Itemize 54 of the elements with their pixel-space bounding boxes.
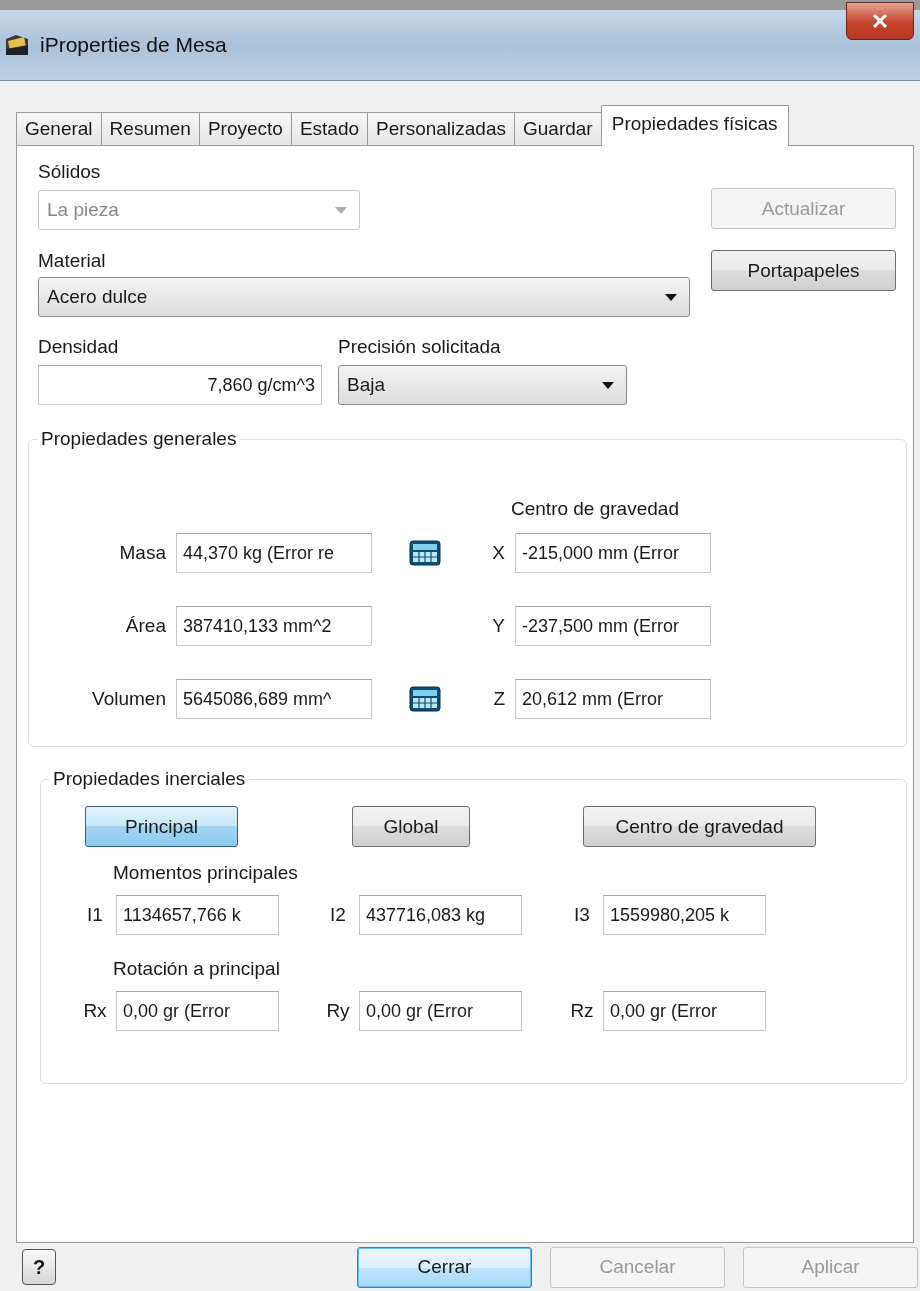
text-field[interactable]: 0,00 gr (Error xyxy=(603,991,766,1031)
toggle-button[interactable]: Principal xyxy=(85,806,238,847)
tab[interactable]: Proyecto xyxy=(198,112,292,145)
window-icon xyxy=(4,33,30,57)
field-label: Ry xyxy=(325,1000,351,1022)
tab[interactable]: Resumen xyxy=(100,112,200,145)
field-label: Y xyxy=(491,615,505,637)
window-title: iProperties de Mesa xyxy=(40,33,227,57)
field-label: Centro de gravedad xyxy=(511,498,680,520)
field-label: Volumen xyxy=(91,688,166,710)
button[interactable]: Cerrar xyxy=(357,1246,532,1288)
text-field[interactable]: 387410,133 mm^2 xyxy=(176,606,372,646)
text-field[interactable]: 0,00 gr (Error xyxy=(116,991,279,1031)
text-field[interactable]: 1134657,766 k xyxy=(116,895,279,935)
field-label: X xyxy=(491,542,505,564)
field-label: Precisión solicitada xyxy=(338,335,502,359)
button[interactable]: Portapapeles xyxy=(711,250,896,291)
field-label: I1 xyxy=(86,904,104,926)
help-button[interactable]: ? xyxy=(22,1249,56,1285)
text-field[interactable]: -215,000 mm (Error xyxy=(515,533,711,573)
dropdown[interactable]: Baja xyxy=(338,365,627,405)
section-label: Momentos principales xyxy=(112,861,299,885)
field-label: Z xyxy=(492,688,505,710)
field-label: Masa xyxy=(118,542,166,564)
close-button[interactable] xyxy=(846,2,914,40)
field-label: I2 xyxy=(329,904,347,926)
tab[interactable]: Guardar xyxy=(514,112,602,145)
toggle-button[interactable]: Global xyxy=(352,806,470,847)
section-label: Rotación a principal xyxy=(112,957,281,981)
caret-icon xyxy=(335,206,347,214)
field-label: Sólidos xyxy=(38,160,102,184)
field-label: Área xyxy=(124,615,166,637)
text-field[interactable]: 437716,083 kg xyxy=(359,895,522,935)
field-label: I3 xyxy=(573,904,591,926)
tab[interactable]: Propiedades físicas xyxy=(600,105,789,146)
text-field[interactable]: -237,500 mm (Error xyxy=(515,606,711,646)
caret-icon xyxy=(665,293,677,301)
text-field[interactable]: 20,612 mm (Error xyxy=(515,679,711,719)
field-label: Rz xyxy=(569,1000,595,1022)
close-icon xyxy=(872,14,888,28)
text-field[interactable]: 44,370 kg (Error re xyxy=(176,533,372,573)
caret-icon xyxy=(602,381,614,389)
text-field[interactable]: 0,00 gr (Error xyxy=(359,991,522,1031)
field-label: Densidad xyxy=(38,335,120,359)
field-label: Material xyxy=(38,249,107,273)
toggle-button[interactable]: Centro de gravedad xyxy=(583,806,816,847)
dropdown[interactable]: Acero dulce xyxy=(38,277,690,317)
text-field[interactable]: 1559980,205 k xyxy=(603,895,766,935)
field-label: Rx xyxy=(82,1000,108,1022)
tab[interactable]: Estado xyxy=(290,112,369,145)
tab[interactable]: Personalizadas xyxy=(367,112,515,145)
tab[interactable]: General xyxy=(16,112,102,145)
text-field[interactable]: 5645086,689 mm^ xyxy=(176,679,372,719)
text-field[interactable]: 7,860 g/cm^3 xyxy=(38,365,322,405)
